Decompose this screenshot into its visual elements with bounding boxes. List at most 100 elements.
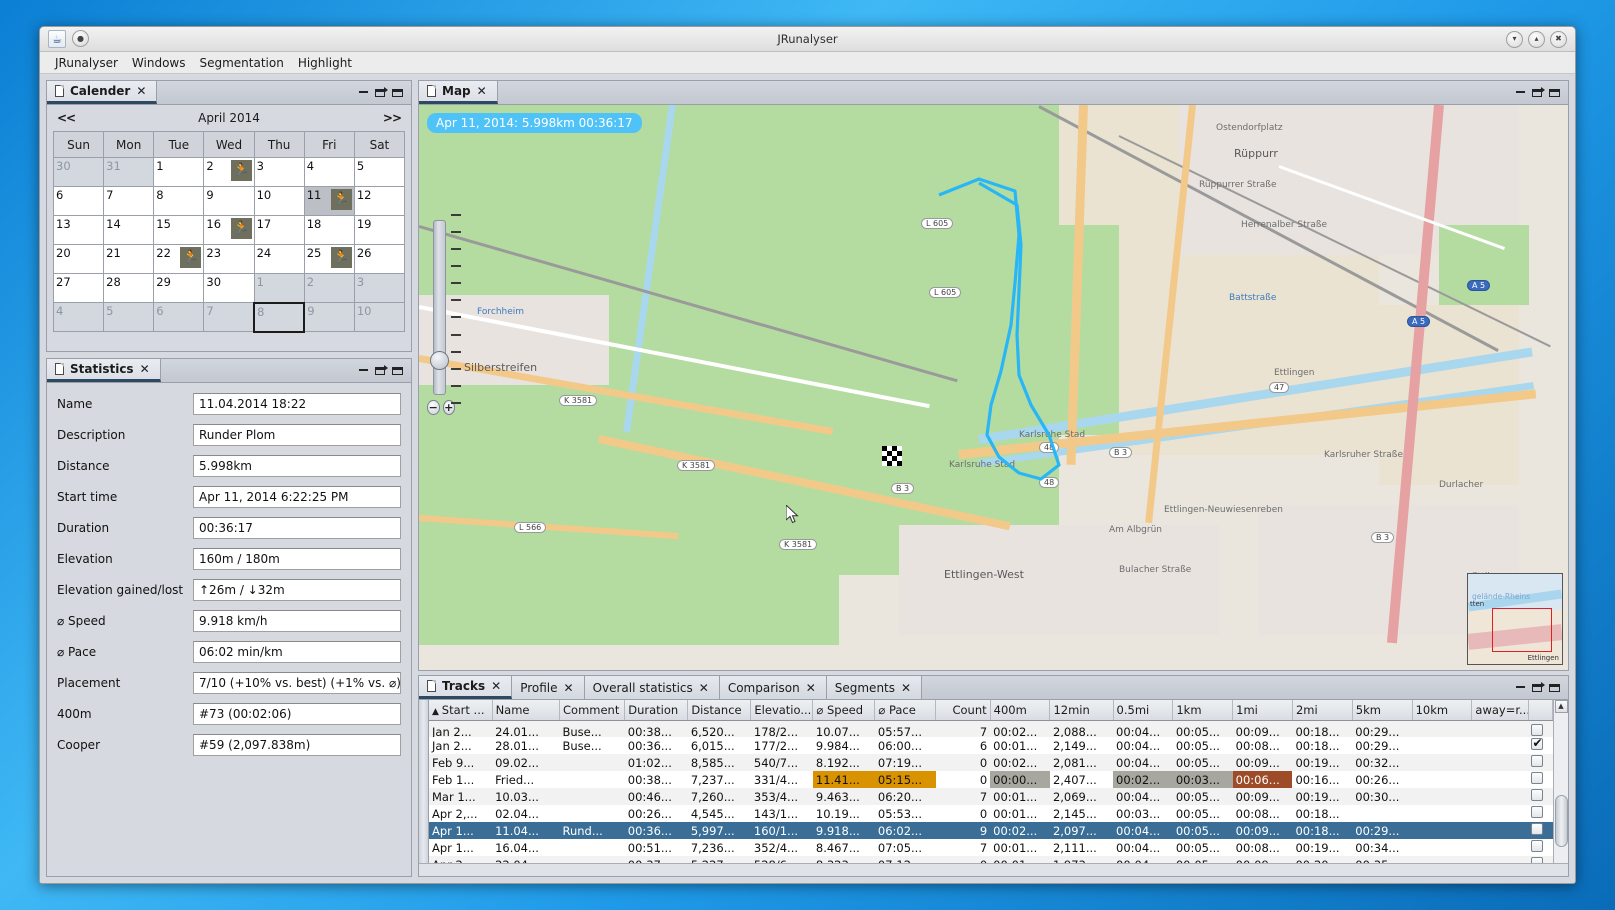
running-icon[interactable]: 🏃 — [231, 160, 252, 181]
tab-segments[interactable]: Segments✕ — [827, 676, 922, 699]
column-header-10km[interactable]: 10km — [1412, 700, 1472, 720]
column-header-comment[interactable]: Comment — [560, 700, 625, 720]
table-cell-checkbox[interactable] — [1528, 737, 1552, 754]
tracks-table-viewport[interactable]: ▲ Start ...NameCommentDurationDistanceEl… — [429, 700, 1553, 863]
calendar-day-cell[interactable]: 21 — [104, 245, 154, 274]
calendar-day-cell[interactable]: 6 — [154, 303, 204, 332]
window-menu-icon[interactable]: ● — [72, 30, 89, 47]
column-header-12min[interactable]: 12min — [1050, 700, 1113, 720]
map-canvas[interactable]: RüppurrOstendorfplatzForchheimSilberstre… — [419, 105, 1568, 670]
table-cell-checkbox[interactable] — [1528, 771, 1552, 788]
row-checkbox[interactable] — [1531, 755, 1543, 767]
table-row[interactable]: Feb 9...09.02...01:02...8,585...540/7...… — [429, 754, 1553, 771]
column-header-1km[interactable]: 1km — [1173, 700, 1233, 720]
scrollbar-thumb[interactable] — [1555, 795, 1568, 847]
row-checkbox[interactable] — [1531, 789, 1543, 801]
calendar-day-cell[interactable]: 7 — [104, 187, 154, 216]
table-row[interactable]: Mar 1...10.03...00:46...7,260...353/4...… — [429, 788, 1553, 805]
table-row[interactable]: Apr 1...16.04...00:51...7,236...352/4...… — [429, 839, 1553, 856]
calendar-day-cell[interactable]: 22🏃 — [154, 245, 204, 274]
minimize-icon[interactable] — [1516, 91, 1525, 93]
menu-windows[interactable]: Windows — [125, 54, 193, 72]
column-header-speed[interactable]: ⌀ Speed — [813, 700, 875, 720]
statistics-value-field[interactable]: 06:02 min/km — [193, 641, 401, 663]
table-row[interactable]: Jan 2...24.01...Buse...00:38...6,520...1… — [429, 720, 1553, 737]
menu-segmentation[interactable]: Segmentation — [192, 54, 290, 72]
calendar-day-cell[interactable]: 5 — [354, 158, 404, 187]
calendar-day-cell[interactable]: 30 — [54, 158, 104, 187]
table-row[interactable]: Apr 2...22.04...00:37...5,227...528/6...… — [429, 856, 1553, 863]
calendar-day-cell[interactable]: 1 — [254, 274, 304, 303]
calendar-day-cell[interactable]: 4 — [54, 303, 104, 332]
close-icon[interactable]: ✕ — [491, 680, 501, 692]
running-icon[interactable]: 🏃 — [231, 218, 252, 239]
calendar-day-cell[interactable]: 7 — [204, 303, 254, 332]
calendar-day-cell[interactable]: 16🏃 — [204, 216, 254, 245]
column-header-1mi[interactable]: 1mi — [1233, 700, 1293, 720]
column-header-count[interactable]: Count — [936, 700, 990, 720]
tracks-vertical-scrollbar[interactable]: ▲ — [1553, 700, 1568, 863]
float-icon[interactable] — [1532, 684, 1542, 692]
calendar-day-cell[interactable]: 26 — [354, 245, 404, 274]
statistics-value-field[interactable]: 160m / 180m — [193, 548, 401, 570]
table-cell-checkbox[interactable] — [1528, 788, 1552, 805]
tab-overall-statistics[interactable]: Overall statistics✕ — [585, 676, 720, 699]
calendar-day-cell[interactable]: 5 — [104, 303, 154, 332]
statistics-value-field[interactable]: ↑26m / ↓32m — [193, 579, 401, 601]
calendar-day-cell[interactable]: 13 — [54, 216, 104, 245]
close-icon[interactable]: ✕ — [477, 85, 487, 97]
column-header-2mi[interactable]: 2mi — [1292, 700, 1352, 720]
minimap-viewport-rect[interactable] — [1492, 608, 1552, 652]
minimize-icon[interactable] — [359, 91, 368, 93]
row-checkbox[interactable] — [1531, 823, 1543, 835]
table-row[interactable]: Jan 2...28.01...Buse...00:36...6,015...1… — [429, 737, 1553, 754]
calendar-day-cell[interactable]: 2 — [304, 274, 354, 303]
close-icon[interactable]: ✕ — [564, 682, 574, 694]
float-icon[interactable] — [1532, 89, 1542, 97]
close-icon[interactable]: ✕ — [901, 682, 911, 694]
table-row[interactable]: Apr 2,...02.04...00:26...4,545...143/1..… — [429, 805, 1553, 822]
column-header-5km[interactable]: 5km — [1352, 700, 1412, 720]
calendar-day-cell[interactable]: 20 — [54, 245, 104, 274]
maximize-icon[interactable] — [392, 367, 403, 375]
menu-highlight[interactable]: Highlight — [291, 54, 359, 72]
tracks-horizontal-scrollbar[interactable] — [419, 863, 1568, 876]
map-zoom-slider-knob[interactable] — [430, 351, 449, 370]
calendar-day-cell[interactable]: 10 — [254, 187, 304, 216]
zoom-out-button[interactable]: − — [427, 400, 440, 415]
calendar-day-cell[interactable]: 14 — [104, 216, 154, 245]
table-row[interactable]: Feb 1...Fried...00:38...7,237...331/4...… — [429, 771, 1553, 788]
column-header-name[interactable]: Name — [492, 700, 559, 720]
table-row[interactable]: Apr 1...11.04...Rund...00:36...5,997...1… — [429, 822, 1553, 839]
close-icon[interactable]: ✕ — [699, 682, 709, 694]
float-icon[interactable] — [375, 367, 385, 375]
statistics-value-field[interactable]: 9.918 km/h — [193, 610, 401, 632]
scroll-up-arrow[interactable]: ▲ — [1555, 700, 1568, 713]
calendar-day-cell[interactable]: 29 — [154, 274, 204, 303]
column-header-elevatio[interactable]: Elevatio... — [751, 700, 813, 720]
maximize-icon[interactable] — [392, 89, 403, 97]
column-header-400m[interactable]: 400m — [990, 700, 1050, 720]
row-checkbox[interactable] — [1531, 806, 1543, 818]
calendar-day-cell[interactable]: 9 — [204, 187, 254, 216]
column-header-duration[interactable]: Duration — [625, 700, 688, 720]
menu-jrunalyser[interactable]: JRunalyser — [48, 54, 125, 72]
calendar-day-cell[interactable]: 12 — [354, 187, 404, 216]
calendar-day-cell[interactable]: 24 — [254, 245, 304, 274]
statistics-value-field[interactable]: 5.998km — [193, 455, 401, 477]
row-checkbox[interactable] — [1531, 724, 1543, 736]
table-cell-checkbox[interactable] — [1528, 856, 1552, 863]
column-header-checkbox[interactable] — [1528, 700, 1552, 720]
calendar-day-cell[interactable]: 25🏃 — [304, 245, 354, 274]
calendar-prev-button[interactable]: << — [57, 111, 75, 125]
calendar-day-cell[interactable]: 17 — [254, 216, 304, 245]
calendar-day-cell[interactable]: 2🏃 — [204, 158, 254, 187]
calendar-day-cell[interactable]: 10 — [354, 303, 404, 332]
table-cell-checkbox[interactable] — [1528, 754, 1552, 771]
statistics-value-field[interactable]: #73 (00:02:06) — [193, 703, 401, 725]
row-checkbox[interactable] — [1531, 772, 1543, 784]
tab-map[interactable]: Map ✕ — [419, 81, 498, 104]
calendar-day-cell[interactable]: 23 — [204, 245, 254, 274]
table-cell-checkbox[interactable] — [1528, 805, 1552, 822]
maximize-icon[interactable] — [1549, 89, 1560, 97]
